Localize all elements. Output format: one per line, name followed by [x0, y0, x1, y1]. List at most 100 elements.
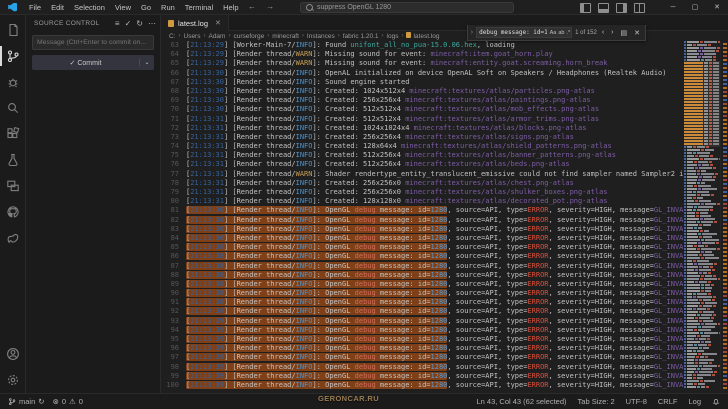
breadcrumb-item[interactable]: fabric 1.20.1: [343, 33, 379, 40]
breadcrumb-item[interactable]: C:: [169, 33, 176, 40]
log-line: 66 [21:13:30] [Render thread/INFO]: OpenA…: [170, 68, 667, 77]
breadcrumb-item[interactable]: logs: [387, 33, 399, 40]
menu-view[interactable]: View: [110, 3, 136, 12]
find-match-highlight: [21:13:39] [Render thread/INFO]: OpenGL …: [186, 353, 448, 362]
find-match-highlight: [21:13:39] [Render thread/INFO]: OpenGL …: [186, 335, 448, 343]
commit-dropdown-button[interactable]: ⌄: [139, 59, 154, 66]
indentation-status[interactable]: Tab Size: 2: [578, 397, 615, 406]
breadcrumb-separator: ›: [178, 33, 181, 39]
log-line: 70 [21:13:30] [Render thread/INFO]: Creat…: [170, 105, 600, 114]
commit-button-label: Commit: [77, 59, 102, 67]
source-control-branch-icon: [7, 50, 19, 63]
close-find-icon[interactable]: ✕: [632, 29, 642, 37]
menu-help[interactable]: Help: [218, 3, 243, 12]
sidebar-item-github[interactable]: [0, 199, 26, 225]
menu-edit[interactable]: Edit: [46, 3, 69, 12]
editor-content[interactable]: 63 [21:13:29] [Worker-Main-7/INFO]: Found…: [161, 41, 684, 390]
more-actions-icon[interactable]: ⋯: [148, 19, 156, 28]
previous-match-button[interactable]: ‹: [600, 29, 606, 36]
log-line: 73 [21:13:31] [Render thread/INFO]: Creat…: [170, 132, 574, 141]
notifications-bell[interactable]: [712, 397, 720, 406]
nav-history-arrows[interactable]: ← →: [248, 2, 278, 11]
activity-bar: [0, 15, 26, 393]
breadcrumb-item[interactable]: curseforge: [233, 33, 264, 40]
customize-layout-icon[interactable]: [634, 3, 645, 13]
toggle-replace-icon[interactable]: ›: [471, 29, 473, 36]
next-match-button[interactable]: ›: [609, 29, 615, 36]
find-match-highlight: [21:13:38] [Render thread/INFO]: OpenGL …: [186, 307, 448, 316]
breadcrumb-item[interactable]: Users: [184, 33, 201, 40]
command-center-search[interactable]: suppress OpenGL 1280: [300, 2, 514, 13]
sidebar-item-remote-explorer[interactable]: [0, 173, 26, 199]
vscode-logo-icon: [8, 2, 17, 12]
find-match-highlight: [21:13:38] [Render thread/INFO]: OpenGL …: [186, 252, 448, 261]
menu-file[interactable]: File: [24, 3, 46, 12]
accounts-button[interactable]: [0, 341, 26, 367]
find-match-highlight: [21:13:38] [Render thread/INFO]: OpenGL …: [186, 289, 448, 298]
panel-header-actions: ≡ ✓ ↻ ⋯: [115, 19, 156, 28]
sidebar-item-explorer[interactable]: [0, 17, 26, 43]
language-mode-status[interactable]: Log: [688, 397, 701, 406]
beaker-icon: [7, 153, 18, 167]
sidebar-item-extensions[interactable]: [0, 121, 26, 147]
regex-icon[interactable]: .*: [565, 30, 571, 36]
menu-terminal[interactable]: Terminal: [180, 3, 218, 12]
menu-run[interactable]: Run: [156, 3, 180, 12]
check-icon: ✓: [69, 59, 76, 67]
branch-status[interactable]: main ↻: [8, 397, 45, 406]
find-input[interactable]: [477, 29, 549, 36]
breadcrumb-item[interactable]: Instances: [307, 33, 335, 40]
refresh-icon[interactable]: ↻: [136, 19, 143, 28]
log-line: 75 [21:13:31] [Render thread/INFO]: Creat…: [170, 151, 616, 160]
breadcrumb-item[interactable]: Adam: [208, 33, 225, 40]
encoding-status[interactable]: UTF-8: [626, 397, 647, 406]
sidebar-item-gradle[interactable]: [0, 225, 26, 251]
toggle-sidebar-icon[interactable]: [580, 3, 591, 13]
close-button[interactable]: ✕: [706, 0, 728, 15]
source-control-panel: SOURCE CONTROL ≡ ✓ ↻ ⋯ ✓ Commit ⌄: [26, 15, 161, 393]
toggle-panel-icon[interactable]: [598, 3, 609, 13]
minimize-button[interactable]: ─: [662, 0, 684, 15]
match-case-icon[interactable]: Aa: [549, 30, 558, 36]
tab-close-icon[interactable]: ✕: [215, 19, 221, 27]
log-line: 80 [21:13:31] [Render thread/INFO]: Creat…: [170, 197, 608, 206]
find-in-selection-icon[interactable]: ▤: [619, 29, 630, 37]
log-line: 71 [21:13:31] [Render thread/INFO]: Creat…: [170, 114, 600, 123]
window-controls: ─ ▢ ✕: [662, 0, 728, 15]
cursor-position[interactable]: Ln 43, Col 43 (62 selected): [476, 397, 566, 406]
breadcrumb-item[interactable]: latest.log: [406, 32, 440, 40]
sidebar-item-source-control[interactable]: [0, 43, 26, 69]
overview-ruler: [720, 41, 728, 390]
sidebar-item-testing[interactable]: [0, 147, 26, 173]
maximize-button[interactable]: ▢: [684, 0, 706, 15]
whole-word-icon[interactable]: ab: [557, 30, 565, 36]
toggle-secondary-sidebar-icon[interactable]: [616, 3, 627, 13]
sidebar-item-search[interactable]: [0, 95, 26, 121]
eol-status[interactable]: CRLF: [658, 397, 678, 406]
tab-latest-log[interactable]: latest.log ✕: [161, 15, 229, 31]
manage-button[interactable]: [0, 367, 26, 393]
menu-go[interactable]: Go: [136, 3, 156, 12]
minimap-slider[interactable]: [684, 61, 720, 147]
log-line: 86 [21:13:38] [Render thread/INFO]: OpenG…: [170, 252, 684, 261]
breadcrumb-separator: ›: [228, 33, 231, 39]
bell-icon: [712, 398, 720, 405]
title-bar: File Edit Selection View Go Run Terminal Help ←…: [0, 0, 728, 15]
log-line: 84 [21:13:36] [Render thread/INFO]: OpenG…: [170, 233, 684, 242]
commit-message-input[interactable]: [32, 35, 154, 50]
commit-button[interactable]: ✓ Commit ⌄: [32, 55, 154, 70]
log-line: 100 [21:13:39] [Render thread/INFO]: Open…: [166, 380, 684, 389]
view-and-sort-icon[interactable]: ≡: [115, 19, 120, 28]
problems-status[interactable]: ⊗ 0 ⚠ 0: [53, 397, 83, 406]
menu-selection[interactable]: Selection: [69, 3, 110, 12]
minimap[interactable]: [684, 41, 720, 390]
log-line: 77 [21:13:31] [Render thread/WARN]: Shade…: [170, 169, 684, 178]
find-match-highlight: [21:13:39] [Render thread/INFO]: OpenGL …: [186, 325, 448, 334]
log-line: 98 [21:13:39] [Render thread/INFO]: OpenG…: [170, 362, 684, 371]
sidebar-item-run-debug[interactable]: [0, 69, 26, 95]
commit-icon[interactable]: ✓: [125, 19, 132, 28]
breadcrumb-item[interactable]: minecraft: [272, 33, 299, 40]
find-match-highlight: [21:13:39] [Render thread/INFO]: OpenGL …: [186, 362, 448, 371]
editor-group: latest.log ✕ C: › Users › Adam › curseforge › mi…: [161, 15, 728, 393]
find-match-highlight: [21:13:36] [Render thread/INFO]: OpenGL …: [186, 224, 448, 233]
